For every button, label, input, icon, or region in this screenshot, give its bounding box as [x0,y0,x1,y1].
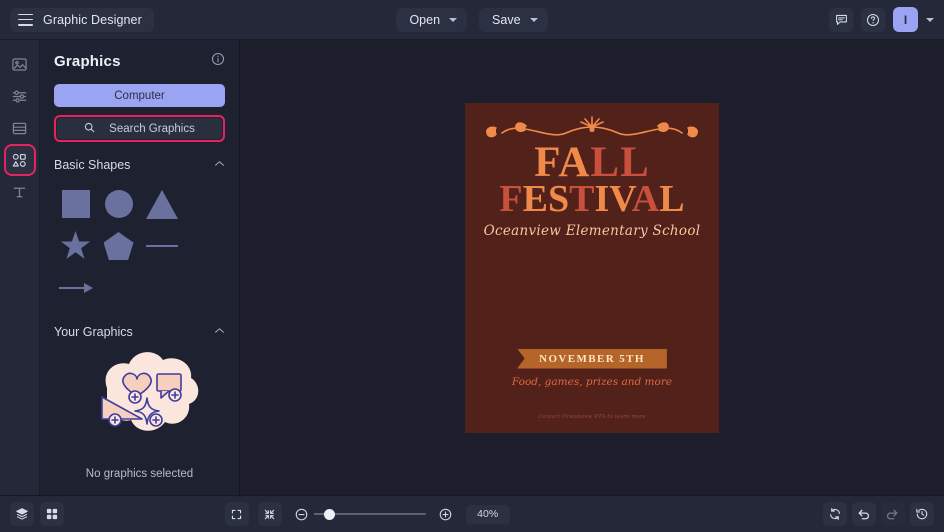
chevron-down-icon[interactable] [926,18,934,22]
tool-rail [0,40,40,495]
section-title: Basic Shapes [54,158,130,172]
graphics-panel: Graphics Computer [40,40,240,495]
redo-icon[interactable] [881,502,905,526]
refresh-icon[interactable] [823,502,847,526]
sidebar-item-adjustments[interactable] [6,82,34,110]
expand-icon[interactable] [225,502,249,526]
top-bar-right: I [829,7,944,32]
app-title: Graphic Designer [43,13,142,27]
section-title: Your Graphics [54,325,133,339]
open-menu-button[interactable]: Open [396,8,467,32]
poster-tagline: Food, games, prizes and more [465,376,719,388]
search-input[interactable]: Search Graphics [57,118,222,139]
canvas-area[interactable]: FALL FESTIVAL Oceanview Elementary Schoo… [240,40,944,495]
comment-icon[interactable] [829,8,853,32]
top-bar-left: Graphic Designer [0,8,154,32]
app-body: Graphics Computer [0,40,944,495]
poster-ribbon-text: NOVEMBER 5TH [539,353,645,365]
poster-ribbon: NOVEMBER 5TH [465,349,719,369]
graphic-designer-app: Graphic Designer Open Save [0,0,944,532]
poster-title-block: FALL FESTIVAL Oceanview Elementary Schoo… [465,143,719,240]
bottom-bar: 40% [0,495,944,532]
search-highlight: Search Graphics [54,115,225,142]
panel-header: Graphics [54,52,225,71]
layers-icon[interactable] [10,502,34,526]
top-bar: Graphic Designer Open Save [0,0,944,40]
sidebar-item-images[interactable] [6,50,34,78]
open-label: Open [409,13,440,27]
zoom-slider[interactable] [322,507,426,521]
save-menu-button[interactable]: Save [479,8,548,32]
app-menu-button[interactable]: Graphic Designer [10,8,154,32]
help-circle-icon[interactable] [861,8,885,32]
bottom-bar-left [10,502,64,526]
chevron-up-icon [214,160,225,170]
grid-icon[interactable] [40,502,64,526]
graphics-placeholder-illustration [54,350,225,456]
poster-artboard[interactable]: FALL FESTIVAL Oceanview Elementary Schoo… [465,103,719,433]
empty-state-label: No graphics selected [54,468,225,480]
shape-line[interactable] [140,225,183,267]
save-label: Save [492,13,521,27]
sidebar-item-text[interactable] [6,178,34,206]
shape-star[interactable] [54,225,97,267]
info-icon[interactable] [211,52,225,71]
bottom-bar-right [823,502,934,526]
sidebar-item-graphics[interactable] [6,146,34,174]
chevron-down-icon [449,18,457,22]
hamburger-icon [18,14,33,26]
shape-arrow[interactable] [54,267,97,309]
user-avatar[interactable]: I [893,7,918,32]
zoom-controls: 40% [225,502,510,526]
poster-title-line1: FALL [465,143,719,183]
page-title: Graphics [54,53,121,70]
poster-title-line2: FESTIVAL [465,182,719,217]
chevron-up-icon [214,327,225,337]
zoom-value[interactable]: 40% [466,505,510,524]
collapse-icon[interactable] [258,502,282,526]
zoom-in-icon[interactable] [435,503,457,525]
shape-pentagon[interactable] [97,225,140,267]
shape-circle[interactable] [97,183,140,225]
basic-shapes-grid [54,183,225,309]
search-placeholder-text: Search Graphics [109,123,195,135]
sidebar-item-layouts[interactable] [6,114,34,142]
zoom-out-icon[interactable] [291,503,313,525]
search-icon [84,120,95,138]
computer-button[interactable]: Computer [54,84,225,107]
section-your-graphics-header[interactable]: Your Graphics [54,325,225,339]
shape-triangle[interactable] [140,183,183,225]
section-basic-shapes-header[interactable]: Basic Shapes [54,158,225,172]
shape-square[interactable] [54,183,97,225]
poster-footer-note: Contact Oceanview PTA to learn more [465,414,719,420]
chevron-down-icon [530,18,538,22]
poster-subtitle: Oceanview Elementary School [465,223,719,239]
history-icon[interactable] [910,502,934,526]
undo-icon[interactable] [852,502,876,526]
